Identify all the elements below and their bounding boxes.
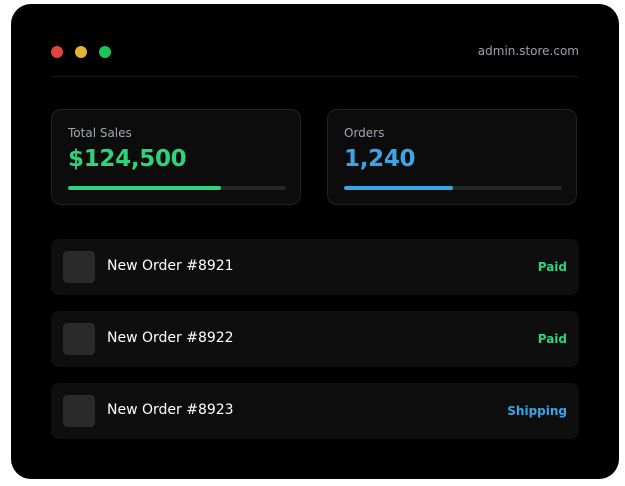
stat-value: 1,240 [344, 146, 416, 172]
stat-label: Total Sales [68, 126, 132, 140]
order-title: New Order #8923 [107, 402, 234, 418]
order-thumbnail [63, 395, 95, 427]
stat-label: Orders [344, 126, 385, 140]
order-title: New Order #8921 [107, 258, 234, 274]
minimize-window-button[interactable] [75, 46, 87, 58]
order-thumbnail [63, 251, 95, 283]
order-row[interactable]: New Order #8922 Paid [51, 311, 579, 367]
close-window-button[interactable] [51, 46, 63, 58]
app-window: admin.store.com Total Sales $124,500 Ord… [11, 4, 619, 479]
stat-card-orders: Orders 1,240 [327, 109, 577, 205]
order-row[interactable]: New Order #8921 Paid [51, 239, 579, 295]
order-row[interactable]: New Order #8923 Shipping [51, 383, 579, 439]
maximize-window-button[interactable] [99, 46, 111, 58]
order-status-badge: Paid [537, 260, 567, 274]
order-title: New Order #8922 [107, 330, 234, 346]
stat-card-total-sales: Total Sales $124,500 [51, 109, 301, 205]
progress-bar [344, 186, 562, 190]
url-label: admin.store.com [477, 44, 579, 58]
order-status-badge: Shipping [507, 404, 567, 418]
progress-fill [68, 186, 221, 190]
order-status-badge: Paid [537, 332, 567, 346]
stat-value: $124,500 [68, 146, 187, 172]
progress-bar [68, 186, 286, 190]
header-divider [51, 76, 579, 77]
order-thumbnail [63, 323, 95, 355]
progress-fill [344, 186, 453, 190]
